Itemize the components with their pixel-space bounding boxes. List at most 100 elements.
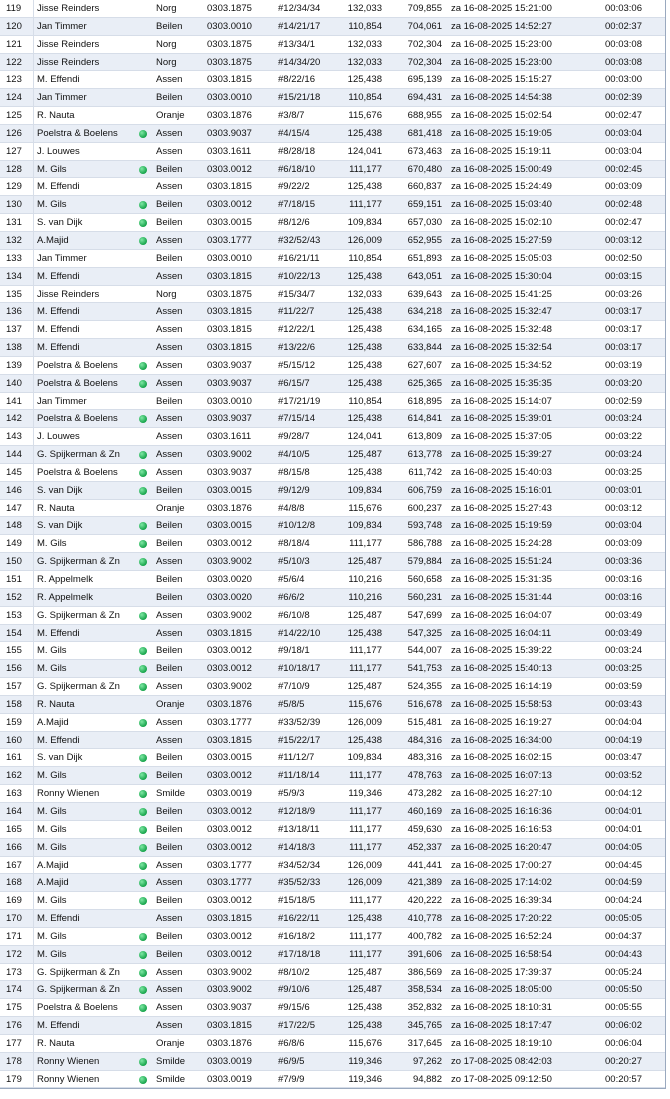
table-row[interactable]: 132 A.Majid Assen 0303.1777 #32/52/43 126,009…	[0, 231, 665, 250]
table-row[interactable]: 120 Jan Timmer Beilen 0303.0010 #14/21/17 110…	[0, 17, 665, 36]
cell-name: G. Spijkerman & Zn	[37, 556, 120, 568]
cell-time: za 16-08-2025 15:24:28	[451, 538, 552, 550]
table-row[interactable]: 151 R. Appelmelk Beilen 0303.0020 #5/6/4 110,…	[0, 571, 665, 589]
cell-ring: #10/22/13	[278, 270, 321, 282]
cell-time: za 16-08-2025 16:19:27	[451, 716, 552, 728]
cell-name: M. Effendi	[37, 181, 80, 193]
table-row[interactable]: 165 M. Gils Beilen 0303.0012 #13/18/11 111,17…	[0, 820, 665, 839]
column-divider	[33, 731, 34, 749]
cell-dur: 00:03:26	[605, 288, 642, 300]
cell-ring: #5/6/4	[278, 574, 305, 585]
status-cell	[139, 361, 149, 370]
table-row[interactable]: 174 G. Spijkerman & Zn Assen 0303.9002 #9/10…	[0, 981, 665, 1000]
table-row[interactable]: 178 Ronny Wienen Smilde 0303.0019 #6/9/5 119,…	[0, 1052, 665, 1071]
table-row[interactable]: 125 R. Nauta Oranje 0303.1876 #3/8/7 115,676 6…	[0, 107, 665, 125]
table-row[interactable]: 164 M. Gils Beilen 0303.0012 #12/18/9 111,177…	[0, 802, 665, 821]
table-row[interactable]: 154 M. Effendi Assen 0303.1815 #14/22/10 125,…	[0, 624, 665, 643]
cell-name: Poelstra & Boelens	[37, 127, 118, 139]
table-row[interactable]: 161 S. van Dijk Beilen 0303.0015 #11/12/7 109…	[0, 749, 665, 768]
cell-dur: 00:04:37	[605, 930, 642, 942]
table-row[interactable]: 119 Jisse Reinders Norg 0303.1875 #12/34/34 1…	[0, 0, 665, 18]
table-row[interactable]: 171 M. Gils Beilen 0303.0012 #16/18/2 111,177…	[0, 927, 665, 946]
table-row[interactable]: 137 M. Effendi Assen 0303.1815 #12/22/1 125,4…	[0, 321, 665, 340]
table-row[interactable]: 176 M. Effendi Assen 0303.1815 #17/22/5 125,4…	[0, 1017, 665, 1035]
table-row[interactable]: 122 Jisse Reinders Norg 0303.1875 #14/34/20 1…	[0, 53, 665, 72]
table-row[interactable]: 123 M. Effendi Assen 0303.1815 #8/22/16 125,4…	[0, 71, 665, 90]
status-cell	[139, 540, 149, 549]
table-row[interactable]: 148 S. van Dijk Beilen 0303.0015 #10/12/8 109…	[0, 517, 665, 536]
table-row[interactable]: 169 M. Gils Beilen 0303.0012 #15/18/5 111,177…	[0, 892, 665, 911]
table-row[interactable]: 124 Jan Timmer Beilen 0303.0010 #15/21/18 110…	[0, 89, 665, 108]
table-row[interactable]: 179 Ronny Wienen Smilde 0303.0019 #7/9/9 119,…	[0, 1070, 665, 1089]
table-row[interactable]: 155 M. Gils Beilen 0303.0012 #9/18/1 111,177 5…	[0, 642, 665, 661]
cell-code: 0303.9037	[207, 377, 252, 389]
table-row[interactable]: 144 G. Spijkerman & Zn Assen 0303.9002 #4/10…	[0, 446, 665, 464]
table-row[interactable]: 146 S. van Dijk Beilen 0303.0015 #9/12/9 109,…	[0, 481, 665, 500]
cell-name: M. Gils	[37, 930, 67, 942]
table-row[interactable]: 133 Jan Timmer Beilen 0303.0010 #16/21/11 110…	[0, 249, 665, 268]
cell-idx: 146	[6, 484, 22, 496]
table-row[interactable]: 142 Poelstra & Boelens Assen 0303.9037 #7/15…	[0, 410, 665, 429]
table-row[interactable]: 175 Poelstra & Boelens Assen 0303.9037 #9/15…	[0, 999, 665, 1018]
table-row[interactable]: 157 G. Spijkerman & Zn Assen 0303.9002 #7/10…	[0, 678, 665, 696]
cell-ring: #15/21/18	[278, 92, 321, 104]
cell-ring: #10/12/8	[278, 520, 315, 532]
cell-ring: #7/9/9	[278, 1073, 305, 1085]
table-row[interactable]: 128 M. Gils Beilen 0303.0012 #6/18/10 111,177…	[0, 160, 665, 179]
table-row[interactable]: 126 Poelstra & Boelens Assen 0303.9037 #4/15…	[0, 124, 665, 143]
table-row[interactable]: 134 M. Effendi Assen 0303.1815 #10/22/13 125,…	[0, 267, 665, 286]
cell-idx: 163	[6, 788, 22, 800]
cell-ring: #17/22/5	[278, 1020, 315, 1032]
table-row[interactable]: 135 Jisse Reinders Norg 0303.1875 #15/34/7 13…	[0, 285, 665, 304]
table-row[interactable]: 129 M. Effendi Assen 0303.1815 #9/22/2 125,43…	[0, 178, 665, 197]
table-row[interactable]: 141 Jan Timmer Beilen 0303.0010 #17/21/19 110…	[0, 392, 665, 411]
table-row[interactable]: 163 Ronny Wienen Smilde 0303.0019 #5/9/3 119,…	[0, 785, 665, 803]
table-row[interactable]: 150 G. Spijkerman & Zn Assen 0303.9002 #5/10…	[0, 553, 665, 571]
table-row[interactable]: 160 M. Effendi Assen 0303.1815 #15/22/17 125,…	[0, 731, 665, 750]
table-row[interactable]: 177 R. Nauta Oranje 0303.1876 #6/8/6 115,676 3…	[0, 1034, 665, 1053]
cell-time: za 16-08-2025 16:20:47	[451, 841, 552, 853]
column-divider	[33, 927, 34, 945]
cell-ring: #6/15/7	[278, 377, 310, 389]
cell-idx: 177	[6, 1037, 22, 1049]
table-row[interactable]: 170 M. Effendi Assen 0303.1815 #16/22/11 125,…	[0, 910, 665, 928]
table-row[interactable]: 153 G. Spijkerman & Zn Assen 0303.9002 #6/10…	[0, 606, 665, 625]
table-row[interactable]: 156 M. Gils Beilen 0303.0012 #10/18/17 111,17…	[0, 660, 665, 679]
table-row[interactable]: 140 Poelstra & Boelens Assen 0303.9037 #6/15…	[0, 374, 665, 393]
table-row[interactable]: 172 M. Gils Beilen 0303.0012 #17/18/18 111,17…	[0, 945, 665, 964]
table-row[interactable]: 121 Jisse Reinders Norg 0303.1875 #13/34/1 13…	[0, 35, 665, 54]
table-row[interactable]: 168 A.Majid Assen 0303.1777 #35/52/33 126,009…	[0, 874, 665, 893]
cell-speed: 694,431	[407, 92, 442, 104]
cell-idx: 136	[6, 306, 22, 318]
table-row[interactable]: 162 M. Gils Beilen 0303.0012 #11/18/14 111,17…	[0, 767, 665, 786]
cell-time: za 16-08-2025 17:39:37	[451, 966, 552, 978]
table-row[interactable]: 138 M. Effendi Assen 0303.1815 #13/22/6 125,4…	[0, 339, 665, 357]
table-row[interactable]: 130 M. Gils Beilen 0303.0012 #7/18/15 111,177…	[0, 196, 665, 215]
cell-dur: 00:03:22	[605, 431, 642, 443]
cell-speed: 94,882	[412, 1073, 442, 1085]
table-row[interactable]: 136 M. Effendi Assen 0303.1815 #11/22/7 125,4…	[0, 303, 665, 322]
cell-time: za 16-08-2025 15:27:43	[451, 502, 552, 514]
table-row[interactable]: 127 J. Louwes Assen 0303.1611 #8/28/18 124,04…	[0, 142, 665, 161]
green-dot-icon	[139, 415, 147, 424]
table-row[interactable]: 149 M. Gils Beilen 0303.0012 #8/18/4 111,177 5…	[0, 535, 665, 554]
table-row[interactable]: 145 Poelstra & Boelens Assen 0303.9037 #8/15…	[0, 463, 665, 482]
cell-ring: #16/22/11	[278, 913, 320, 925]
table-row[interactable]: 143 J. Louwes Assen 0303.1611 #9/28/7 124,041…	[0, 428, 665, 447]
table-row[interactable]: 159 A.Majid Assen 0303.1777 #33/52/39 126,009…	[0, 713, 665, 732]
column-divider	[33, 481, 34, 499]
table-row[interactable]: 173 G. Spijkerman & Zn Assen 0303.9002 #8/10…	[0, 963, 665, 982]
table-row[interactable]: 158 R. Nauta Oranje 0303.1876 #5/8/5 115,676 5…	[0, 695, 665, 714]
column-divider	[33, 17, 34, 35]
table-row[interactable]: 167 A.Majid Assen 0303.1777 #34/52/34 126,009…	[0, 856, 665, 875]
green-dot-icon	[139, 879, 147, 888]
table-row[interactable]: 139 Poelstra & Boelens Assen 0303.9037 #5/15…	[0, 356, 665, 375]
cell-ring: #4/8/8	[278, 502, 305, 514]
cell-code: 0303.1815	[207, 181, 252, 193]
table-row[interactable]: 131 S. van Dijk Beilen 0303.0015 #8/12/6 109,…	[0, 214, 665, 232]
table-row[interactable]: 166 M. Gils Beilen 0303.0012 #14/18/3 111,177…	[0, 838, 665, 857]
table-row[interactable]: 152 R. Appelmelk Beilen 0303.0020 #6/6/2 110,…	[0, 588, 665, 607]
cell-speed: 515,481	[407, 716, 442, 728]
table-row[interactable]: 147 R. Nauta Oranje 0303.1876 #4/8/8 115,676 6…	[0, 499, 665, 518]
cell-idx: 157	[6, 681, 22, 693]
